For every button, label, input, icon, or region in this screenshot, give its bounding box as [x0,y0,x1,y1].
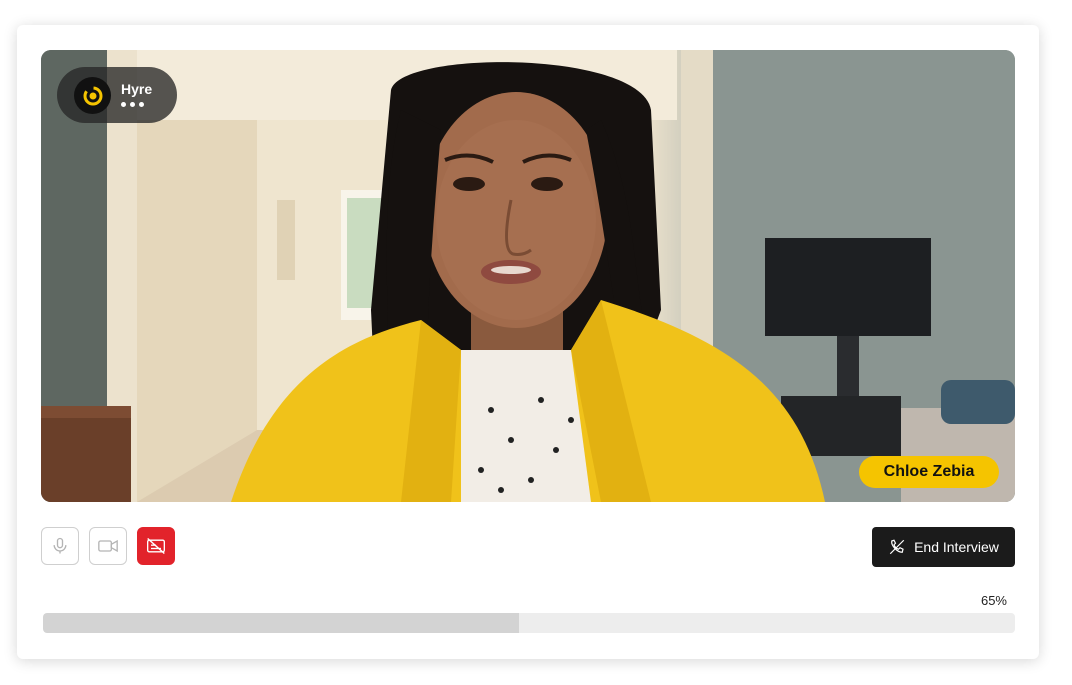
video-feed: Hyre Chloe Zebia [41,50,1015,502]
video-frame-image [41,50,1015,502]
end-interview-label: End Interview [914,539,999,555]
end-interview-button[interactable]: End Interview [872,527,1015,567]
captions-toggle-button[interactable] [137,527,175,565]
interview-card: Hyre Chloe Zebia End Interview 65% [17,25,1039,659]
video-camera-icon [98,539,118,553]
captions-off-icon [147,537,165,555]
camera-button[interactable] [89,527,127,565]
progress-percent: 65% [980,593,1007,608]
participant-name-tag: Chloe Zebia [859,456,999,488]
microphone-button[interactable] [41,527,79,565]
hyre-logo-icon [74,77,111,114]
phone-off-icon [889,539,905,555]
progress-bar [43,613,1015,633]
progress-bar-fill [43,613,520,633]
microphone-icon [53,537,67,554]
brand-name: Hyre [121,81,153,97]
brand-badge[interactable]: Hyre [57,67,177,123]
more-dots-icon [121,102,144,107]
